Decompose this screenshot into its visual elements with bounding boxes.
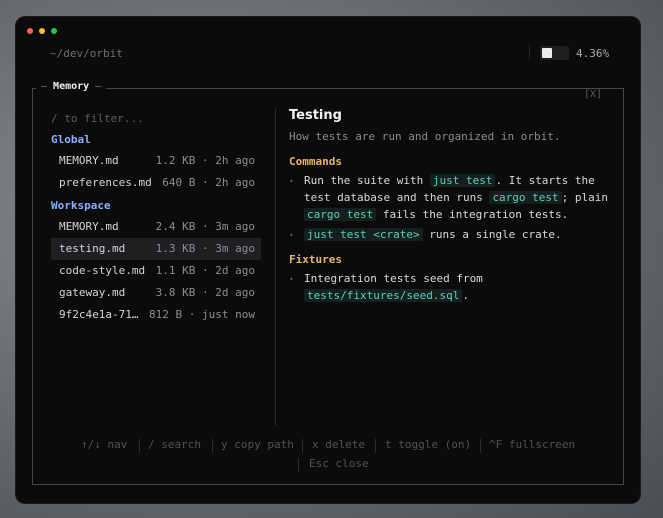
hint-item: t toggle (on) bbox=[385, 438, 472, 451]
file-meta: 3.8 KB · 2d ago bbox=[155, 286, 255, 299]
maximize-window-icon[interactable] bbox=[51, 28, 57, 34]
file-name: code-style.md bbox=[59, 264, 146, 277]
hint-separator bbox=[212, 439, 213, 453]
file-name: 9f2c4e1a-71… bbox=[59, 308, 139, 321]
hint-item: ↑/↓ nav bbox=[81, 438, 128, 451]
filter-input[interactable]: / to filter... bbox=[51, 112, 144, 125]
file-meta: 1.1 KB · 2d ago bbox=[155, 264, 255, 277]
text-run: runs a single crate. bbox=[422, 228, 562, 241]
hint-item: y copy path bbox=[221, 438, 294, 451]
usage-divider bbox=[529, 45, 530, 59]
bullet-line: just test <crate> runs a single crate. bbox=[304, 228, 562, 241]
bullet-marker: • bbox=[289, 177, 294, 186]
close-panel-button[interactable]: [X] bbox=[584, 89, 602, 100]
file-row[interactable]: preferences.md 640 B · 2h ago bbox=[51, 172, 261, 194]
text-run: . bbox=[462, 289, 469, 302]
section-heading-fixtures: Fixtures bbox=[289, 253, 342, 266]
usage-percent: 4.36% bbox=[576, 47, 610, 60]
group-label-global: Global bbox=[51, 133, 91, 146]
file-meta: 640 B · 2h ago bbox=[162, 176, 255, 189]
document-subtitle: How tests are run and organized in orbit… bbox=[289, 130, 561, 143]
file-name: gateway.md bbox=[59, 286, 126, 299]
hint-separator bbox=[480, 439, 481, 453]
text-run: . It starts the bbox=[495, 174, 595, 187]
bullet-line: Run the suite with just test. It starts … bbox=[304, 174, 595, 187]
app-window: ~/dev/orbit 4.36% — Memory — [X] / to fi… bbox=[16, 17, 640, 503]
inline-code: tests/fixtures/seed.sql bbox=[304, 289, 463, 302]
file-meta: 812 B · just now bbox=[149, 308, 255, 321]
inline-code: cargo test bbox=[304, 208, 377, 221]
text-run: Run the suite with bbox=[304, 174, 430, 187]
file-row[interactable]: 9f2c4e1a-71… 812 B · just now bbox=[51, 304, 261, 326]
inline-code: just test bbox=[429, 174, 496, 187]
usage-meter-fill bbox=[542, 48, 552, 58]
hint-separator bbox=[375, 439, 376, 453]
file-name: testing.md bbox=[59, 242, 126, 255]
bullet-line: Integration tests seed from bbox=[304, 272, 483, 285]
file-row[interactable]: code-style.md 1.1 KB · 2d ago bbox=[51, 260, 261, 282]
file-name: preferences.md bbox=[59, 176, 152, 189]
file-meta: 1.3 KB · 3m ago bbox=[155, 242, 255, 255]
file-meta: 1.2 KB · 2h ago bbox=[155, 154, 255, 167]
hint-separator bbox=[302, 439, 303, 453]
hint-item: / search bbox=[148, 438, 201, 451]
inline-code: just test <crate> bbox=[304, 228, 423, 241]
text-run: test database and then runs bbox=[304, 191, 490, 204]
text-run: fails the integration tests. bbox=[376, 208, 569, 221]
document-title: Testing bbox=[289, 108, 342, 123]
bullet-line: test database and then runs cargo test; … bbox=[304, 191, 608, 204]
file-name: MEMORY.md bbox=[59, 220, 119, 233]
hint-item: x delete bbox=[312, 438, 365, 451]
inline-code: cargo test bbox=[489, 191, 562, 204]
bullet-line: cargo test fails the integration tests. bbox=[304, 208, 568, 221]
hint-separator bbox=[298, 458, 299, 472]
file-name: MEMORY.md bbox=[59, 154, 119, 167]
pane-divider bbox=[275, 108, 276, 426]
panel-title: — Memory — bbox=[36, 81, 107, 92]
close-window-icon[interactable] bbox=[27, 28, 33, 34]
file-row[interactable]: testing.md 1.3 KB · 3m ago bbox=[51, 238, 261, 260]
bullet-marker: • bbox=[289, 275, 294, 284]
usage-meter bbox=[540, 46, 569, 60]
minimize-window-icon[interactable] bbox=[39, 28, 45, 34]
bullet-marker: • bbox=[289, 231, 294, 240]
hint-item: ^F fullscreen bbox=[489, 438, 576, 451]
text-run: ; plain bbox=[561, 191, 609, 204]
file-row[interactable]: MEMORY.md 1.2 KB · 2h ago bbox=[51, 150, 261, 172]
file-row[interactable]: gateway.md 3.8 KB · 2d ago bbox=[51, 282, 261, 304]
section-heading-commands: Commands bbox=[289, 155, 342, 168]
bullet-line: tests/fixtures/seed.sql. bbox=[304, 289, 469, 302]
file-meta: 2.4 KB · 3m ago bbox=[155, 220, 255, 233]
file-row[interactable]: MEMORY.md 2.4 KB · 3m ago bbox=[51, 216, 261, 238]
working-directory: ~/dev/orbit bbox=[50, 47, 123, 60]
hint-item: Esc close bbox=[309, 457, 369, 470]
group-label-workspace: Workspace bbox=[51, 199, 111, 212]
hint-separator bbox=[139, 439, 140, 453]
text-run: Integration tests seed from bbox=[304, 272, 483, 285]
